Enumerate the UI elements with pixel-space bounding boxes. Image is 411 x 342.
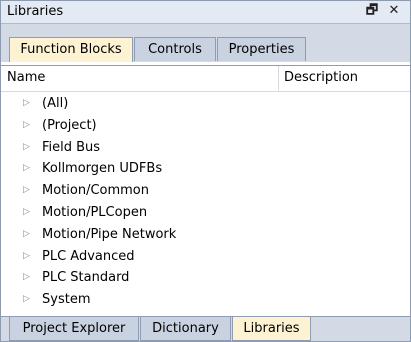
tree-item-label: Kollmorgen UDFBs	[42, 161, 163, 177]
tab-properties[interactable]: Properties	[217, 37, 306, 61]
tree-item-label: PLC Advanced	[42, 248, 135, 264]
expand-arrow-icon[interactable]: ▷	[23, 202, 30, 224]
close-icon[interactable]: ✕	[385, 2, 403, 20]
tree-item-label: (Project)	[42, 117, 97, 133]
column-header-name[interactable]: Name	[7, 70, 45, 85]
expand-arrow-icon[interactable]: ▷	[23, 289, 30, 311]
tree-item[interactable]: ▷ Motion/Common	[1, 180, 410, 202]
expand-arrow-icon[interactable]: ▷	[23, 267, 30, 289]
expand-arrow-icon[interactable]: ▷	[23, 180, 30, 202]
tree-item-label: Field Bus	[42, 139, 101, 155]
expand-arrow-icon[interactable]: ▷	[23, 115, 30, 137]
tree-item[interactable]: ▷ Motion/Pipe Network	[1, 224, 410, 246]
tree-item-label: PLC Standard	[42, 270, 130, 286]
tree-item[interactable]: ▷ (All)	[1, 93, 410, 115]
tab-dictionary[interactable]: Dictionary	[140, 317, 231, 341]
tree-item[interactable]: ▷ Field Bus	[1, 137, 410, 159]
tree-item[interactable]: ▷ (Project)	[1, 115, 410, 137]
column-header-description[interactable]: Description	[284, 70, 358, 85]
tab-project-explorer[interactable]: Project Explorer	[9, 317, 139, 341]
tree-item[interactable]: ▷ PLC Advanced	[1, 246, 410, 268]
column-divider[interactable]	[278, 66, 279, 91]
tree-item-label: System	[42, 292, 91, 308]
tree-item-label: Motion/PLCopen	[42, 204, 148, 220]
expand-arrow-icon[interactable]: ▷	[23, 246, 30, 268]
tree-item[interactable]: ▷ System	[1, 289, 410, 311]
tree-item-label: Motion/Common	[42, 183, 150, 199]
float-window-icon[interactable]: 🗗	[363, 2, 381, 20]
tree-item-label: (All)	[42, 96, 69, 111]
tree-item[interactable]: ▷ Motion/PLCopen	[1, 202, 410, 224]
panel-title: Libraries	[7, 4, 64, 19]
bottom-tab-strip: Project Explorer Dictionary Libraries	[1, 316, 410, 341]
top-tab-strip: Function Blocks Controls Properties	[1, 24, 410, 62]
expand-arrow-icon[interactable]: ▷	[23, 224, 30, 246]
expand-arrow-icon[interactable]: ▷	[23, 137, 30, 159]
tab-controls[interactable]: Controls	[134, 37, 216, 61]
tree-item[interactable]: ▷ PLC Standard	[1, 267, 410, 289]
tab-libraries[interactable]: Libraries	[232, 317, 311, 341]
panel-title-bar[interactable]: Libraries 🗗 ✕	[1, 1, 410, 24]
expand-arrow-icon[interactable]: ▷	[23, 93, 30, 115]
library-tree: ▷ (All) ▷ (Project) ▷ Field Bus ▷ Kollmo…	[1, 93, 410, 311]
libraries-panel: Libraries 🗗 ✕ Function Blocks Controls P…	[0, 0, 411, 342]
expand-arrow-icon[interactable]: ▷	[23, 158, 30, 180]
tree-item-label: Motion/Pipe Network	[42, 226, 177, 242]
tree-item[interactable]: ▷ Kollmorgen UDFBs	[1, 158, 410, 180]
tab-function-blocks[interactable]: Function Blocks	[9, 37, 133, 62]
column-header-row: Name Description	[1, 65, 410, 92]
